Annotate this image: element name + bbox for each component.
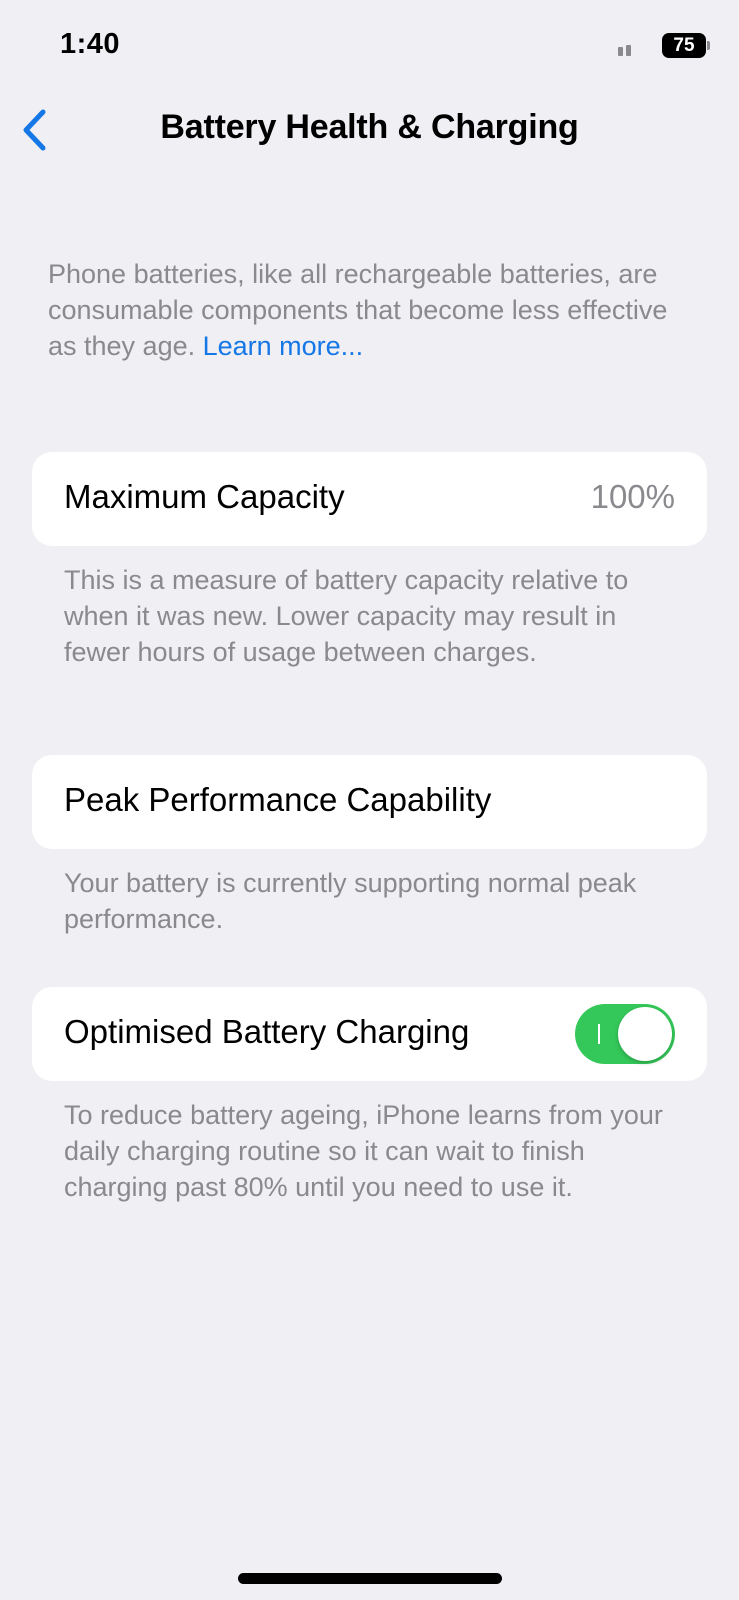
learn-more-link[interactable]: Learn more... bbox=[203, 331, 364, 361]
optimised-charging-label: Optimised Battery Charging bbox=[64, 1013, 470, 1050]
home-indicator[interactable] bbox=[238, 1573, 502, 1584]
battery-tip bbox=[707, 41, 710, 50]
peak-performance-label: Peak Performance Capability bbox=[64, 781, 492, 818]
signal-icon bbox=[618, 44, 634, 56]
intro-text: Phone batteries, like all rechargeable b… bbox=[48, 256, 688, 364]
maximum-capacity-footnote: This is a measure of battery capacity re… bbox=[64, 565, 629, 667]
peak-performance-row: Peak Performance Capability bbox=[32, 755, 707, 849]
battery-icon: 75 bbox=[662, 33, 706, 58]
status-time: 1:40 bbox=[60, 28, 121, 60]
screen: 1:40 75 Battery Health & Charging Phone … bbox=[0, 0, 739, 1600]
optimised-charging-toggle[interactable] bbox=[575, 1004, 675, 1064]
maximum-capacity-value: 100% bbox=[590, 478, 675, 515]
maximum-capacity-label: Maximum Capacity bbox=[64, 478, 345, 515]
peak-performance-footnote: Your battery is currently supporting nor… bbox=[64, 868, 637, 934]
nav-bar: Battery Health & Charging bbox=[0, 90, 739, 170]
optimised-charging-row: Optimised Battery Charging bbox=[32, 987, 707, 1081]
maximum-capacity-row: Maximum Capacity 100% bbox=[32, 452, 707, 546]
page-title: Battery Health & Charging bbox=[160, 108, 579, 146]
optimised-charging-footnote: To reduce battery ageing, iPhone learns … bbox=[64, 1100, 663, 1202]
toggle-on-indicator bbox=[598, 1024, 600, 1044]
toggle-knob bbox=[618, 1007, 672, 1061]
status-bar: 1:40 75 bbox=[0, 0, 739, 90]
